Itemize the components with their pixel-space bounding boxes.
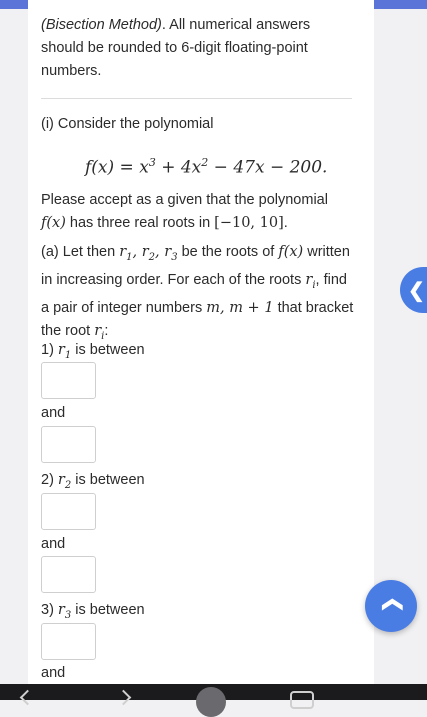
root-2-label: 2) r2 is between (41, 472, 145, 491)
scroll-to-top-button[interactable]: ❯ (365, 580, 417, 632)
intro-text: (Bisection Method). All numerical answer… (41, 17, 311, 79)
chevron-left-icon: ❮ (408, 280, 425, 302)
and-label: and (41, 536, 66, 552)
root-2-upper-input[interactable] (41, 556, 96, 593)
browser-toolbar (0, 684, 427, 717)
root-3-lower-field[interactable] (42, 624, 95, 659)
root-1-lower-input[interactable] (41, 362, 96, 399)
root-2-upper-field[interactable] (42, 557, 95, 592)
tabs-icon[interactable] (290, 691, 314, 709)
root-2-lower-input[interactable] (41, 493, 96, 530)
divider (41, 98, 352, 99)
forward-icon[interactable] (115, 689, 132, 706)
root-3-label: 3) r3 is between (41, 602, 145, 621)
part-i-text: (i) Consider the polynomial (41, 116, 214, 132)
root-3-lower-input[interactable] (41, 623, 96, 660)
root-2-lower-field[interactable] (42, 494, 95, 529)
part-a-text: (a) Let then r1, r2, r3 be the roots of … (41, 244, 354, 342)
and-label: and (41, 405, 66, 421)
root-1-upper-field[interactable] (42, 427, 95, 462)
accept-text: Please accept as a given that the polyno… (41, 192, 328, 231)
chevron-up-icon: ❯ (380, 596, 403, 613)
and-label: and (41, 665, 66, 681)
polynomial-equation: f(x) = x3 + 4x2 − 47x − 200. (85, 156, 328, 178)
root-1-upper-input[interactable] (41, 426, 96, 463)
side-panel-tab[interactable]: ❮ (400, 267, 427, 313)
root-1-lower-field[interactable] (42, 363, 95, 398)
root-1-label: 1) r1 is between (41, 342, 145, 361)
back-icon[interactable] (19, 689, 36, 706)
share-icon[interactable] (196, 687, 226, 717)
